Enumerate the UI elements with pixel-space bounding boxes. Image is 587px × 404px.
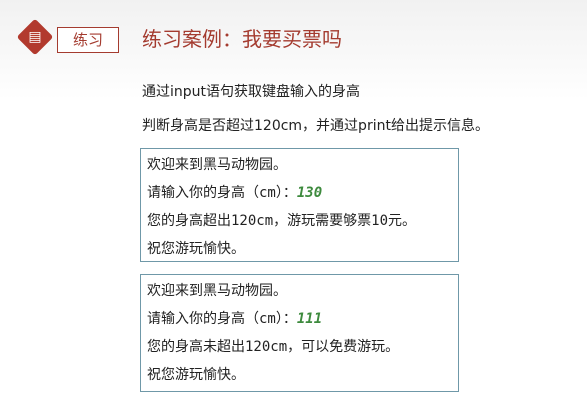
welcome-line: 欢迎来到黑马动物园。 (147, 283, 287, 299)
page-title: 练习案例：我要买票吗 (142, 27, 342, 51)
result-line: 您的身高超出120cm，游玩需要够票10元。 (147, 207, 452, 235)
farewell-line: 祝您游玩愉快。 (147, 367, 245, 383)
result-text-e: 元。 (388, 213, 417, 229)
result-line: 您的身高未超出120cm，可以免费游玩。 (147, 333, 452, 361)
user-input-value: 111 (296, 311, 323, 327)
height-threshold: 120cm (245, 339, 288, 355)
prompt-colon: ）： (275, 311, 297, 327)
result-text-a: 您的身高未超出 (147, 339, 245, 355)
console-output-example-2: 欢迎来到黑马动物园。 请输入你的身高（cm）：111 您的身高未超出120cm，… (140, 274, 459, 392)
prompt-line: 请输入你的身高（cm）：111 (147, 305, 452, 333)
result-text-c: ，游玩需要够票 (273, 213, 372, 229)
list-document-icon: ▤ (28, 29, 42, 45)
prompt-unit: cm (259, 311, 276, 327)
console-output-example-1: 欢迎来到黑马动物园。 请输入你的身高（cm）：130 您的身高超出120cm，游… (140, 148, 459, 262)
section-tag: 练习 (57, 27, 119, 53)
task-description-line-2: 判断身高是否超过120cm，并通过print给出提示信息。 (142, 118, 489, 134)
prompt-text: 请输入你的身高（ (147, 185, 259, 201)
height-threshold: 120cm (231, 213, 274, 229)
farewell-line: 祝您游玩愉快。 (147, 241, 245, 257)
prompt-unit: cm (259, 185, 276, 201)
result-text-c: ，可以免费游玩。 (287, 339, 400, 355)
user-input-value: 130 (296, 185, 323, 201)
prompt-colon: ）： (275, 185, 297, 201)
result-text-a: 您的身高超出 (147, 213, 231, 229)
welcome-line: 欢迎来到黑马动物园。 (147, 157, 287, 173)
task-description-line-1: 通过input语句获取键盘输入的身高 (142, 84, 361, 100)
prompt-text: 请输入你的身高（ (147, 311, 259, 327)
ticket-price: 10 (371, 213, 389, 229)
prompt-line: 请输入你的身高（cm）：130 (147, 179, 452, 207)
